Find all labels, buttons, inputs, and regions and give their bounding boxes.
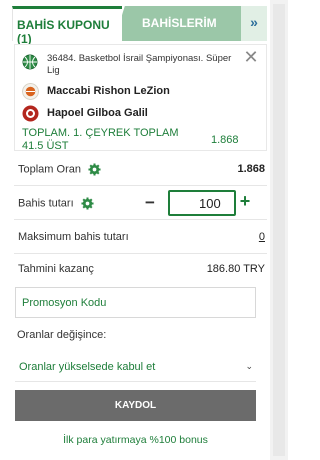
total-odds-value: 1.868 bbox=[237, 163, 265, 175]
estimated-win-label: Tahmini kazanç bbox=[18, 263, 94, 275]
betslip-panel: BAHİSLERİM BAHİS KUPONU (1) » 36484. Bas… bbox=[12, 6, 267, 460]
betslip-frame: BAHİSLERİM BAHİS KUPONU (1) » 36484. Bas… bbox=[0, 0, 288, 460]
estimated-win-row: Tahmini kazanç 186.80 TRY bbox=[14, 255, 267, 284]
total-odds-text: Toplam Oran bbox=[18, 163, 81, 176]
max-stake-row: Maksimum bahis tutarı 0 bbox=[14, 221, 267, 254]
stake-increase-button[interactable]: + bbox=[237, 192, 253, 210]
betslip-tabs: BAHİSLERİM BAHİS KUPONU (1) » bbox=[12, 6, 267, 46]
total-odds-row: Toplam Oran 1.868 bbox=[14, 153, 267, 186]
chevron-down-icon: ⌄ bbox=[245, 361, 253, 371]
odds-change-selected: Oranlar yükselsede kabul et bbox=[19, 361, 156, 373]
tabs-expand-button[interactable]: » bbox=[241, 6, 267, 41]
max-stake-label: Maksimum bahis tutarı bbox=[18, 231, 129, 243]
bonus-link[interactable]: İlk para yatırmaya %100 bonus bbox=[12, 434, 259, 446]
stake-row: Bahis tutarı − 100 + bbox=[14, 187, 267, 220]
close-icon[interactable]: ✕ bbox=[242, 48, 260, 66]
stake-decrease-button[interactable]: − bbox=[142, 194, 158, 211]
promo-code-input[interactable]: Promosyon Kodu bbox=[15, 287, 256, 318]
scrollbar-thumb[interactable] bbox=[273, 4, 285, 456]
register-button[interactable]: KAYDOL bbox=[15, 390, 256, 421]
stake-label: Bahis tutarı bbox=[18, 197, 94, 210]
away-team-logo-icon bbox=[22, 105, 39, 122]
basketball-icon bbox=[22, 54, 38, 70]
odds-change-select[interactable]: Oranlar yükselsede kabul et ⌄ bbox=[15, 352, 256, 382]
stake-text: Bahis tutarı bbox=[18, 197, 74, 210]
gear-icon[interactable] bbox=[81, 197, 94, 210]
tab-my-bets[interactable]: BAHİSLERİM bbox=[114, 6, 249, 41]
bet-card: 36484. Basketbol İsrail Şampiyonası. Süp… bbox=[14, 44, 267, 152]
away-team-name: Hapoel Gilboa Galil bbox=[47, 107, 148, 119]
stake-input[interactable]: 100 bbox=[168, 190, 236, 216]
max-stake-value[interactable]: 0 bbox=[259, 231, 265, 243]
away-team-row: Hapoel Gilboa Galil bbox=[22, 105, 257, 123]
scrollbar[interactable] bbox=[270, 0, 288, 460]
home-team-row: Maccabi Rishon LeZion bbox=[22, 83, 257, 101]
home-team-logo-icon bbox=[22, 83, 39, 100]
total-odds-label: Toplam Oran bbox=[18, 163, 101, 176]
home-team-name: Maccabi Rishon LeZion bbox=[47, 85, 170, 97]
gear-icon[interactable] bbox=[88, 163, 101, 176]
bet-market: TOPLAM. 1. ÇEYREK TOPLAM 41.5 ÜST bbox=[22, 127, 179, 152]
event-title: 36484. Basketbol İsrail Şampiyonası. Süp… bbox=[47, 53, 232, 76]
estimated-win-value: 186.80 TRY bbox=[206, 263, 265, 275]
odds-change-label: Oranlar değişince: bbox=[17, 329, 107, 341]
bet-odd: 1.868 bbox=[211, 134, 239, 146]
tab-bet-coupon[interactable]: BAHİS KUPONU (1) bbox=[12, 6, 122, 46]
